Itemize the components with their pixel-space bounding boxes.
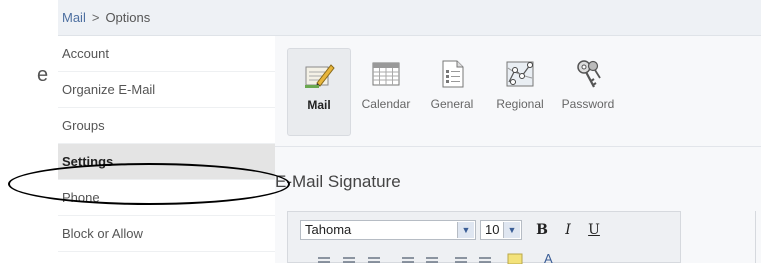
- breadcrumb-separator: >: [91, 10, 100, 25]
- calendar-icon: [372, 62, 400, 86]
- mail-options-button[interactable]: Mail: [287, 48, 351, 136]
- password-options-button[interactable]: Password: [557, 48, 619, 134]
- breadcrumb: Mail > Options: [58, 0, 761, 36]
- keys-icon: [577, 60, 601, 88]
- font-size-value: 10: [485, 222, 500, 237]
- general-document-icon: [442, 60, 464, 88]
- sidebar-item-block-or-allow[interactable]: Block or Allow: [58, 216, 275, 252]
- partial-text: e: [37, 64, 49, 86]
- regional-options-button[interactable]: Regional: [489, 48, 551, 134]
- options-content: Mail Calendar General Regional Password …: [275, 36, 761, 264]
- underline-button[interactable]: U: [584, 220, 604, 240]
- password-options-label: Password: [561, 97, 615, 111]
- sidebar-item-settings[interactable]: Settings: [58, 144, 275, 180]
- italic-button[interactable]: I: [558, 220, 578, 240]
- email-signature-heading: E-Mail Signature: [275, 172, 401, 191]
- bold-button[interactable]: B: [532, 220, 552, 240]
- font-family-select[interactable]: Tahoma ▼: [300, 220, 476, 240]
- sidebar-item-organize-email[interactable]: Organize E-Mail: [58, 72, 275, 108]
- sidebar-item-groups[interactable]: Groups: [58, 108, 275, 144]
- breadcrumb-mail-link[interactable]: Mail: [62, 10, 86, 25]
- calendar-options-label: Calendar: [361, 97, 411, 111]
- formatting-toolbar-row: A: [318, 251, 553, 264]
- sidebar: Account Organize E-Mail Groups Settings …: [58, 36, 275, 263]
- chevron-down-icon: ▼: [457, 222, 474, 238]
- general-options-button[interactable]: General: [421, 48, 483, 134]
- regional-map-icon: [506, 61, 534, 87]
- general-options-label: General: [430, 97, 474, 111]
- regional-options-label: Regional: [496, 97, 544, 111]
- signature-editor-toolbar: Tahoma ▼ 10 ▼ B I U A: [287, 211, 681, 264]
- font-size-select[interactable]: 10 ▼: [480, 220, 522, 240]
- font-family-value: Tahoma: [305, 222, 352, 237]
- sidebar-item-phone[interactable]: Phone: [58, 180, 275, 216]
- calendar-options-button[interactable]: Calendar: [355, 48, 417, 134]
- chevron-down-icon: ▼: [503, 222, 520, 238]
- options-toolbar: Mail Calendar General Regional Password: [275, 36, 761, 147]
- mail-settings-icon: [305, 64, 335, 88]
- right-panel-edge: [755, 211, 761, 263]
- svg-text:A: A: [544, 251, 553, 264]
- breadcrumb-current: Options: [105, 10, 151, 25]
- sidebar-item-account[interactable]: Account: [58, 36, 275, 72]
- mail-options-label: Mail: [307, 98, 331, 112]
